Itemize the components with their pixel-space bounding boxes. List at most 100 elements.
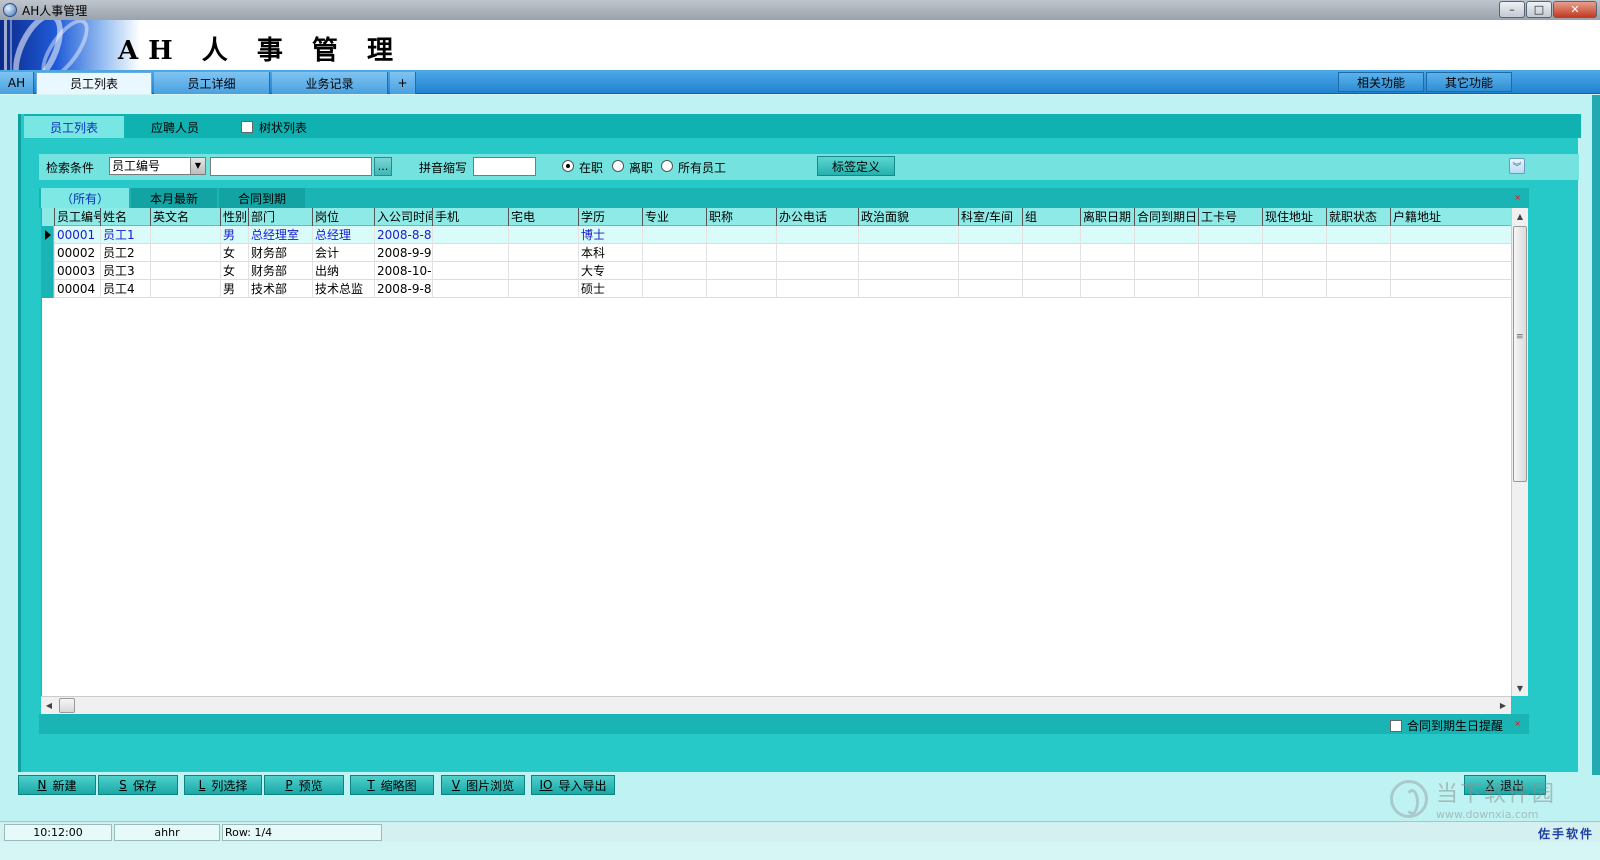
table-cell[interactable]: 财务部 (248, 262, 312, 280)
table-cell[interactable] (150, 280, 220, 298)
col-header[interactable]: 就职状态 (1326, 208, 1390, 226)
tab-add[interactable]: + (390, 72, 416, 94)
table-cell[interactable] (642, 280, 706, 298)
table-cell[interactable] (958, 262, 1022, 280)
table-cell[interactable] (1022, 226, 1080, 244)
grid-tabs-close-icon[interactable]: × (1514, 193, 1521, 202)
table-cell[interactable]: 00004 (54, 280, 100, 298)
preview-button[interactable]: P 预览 (264, 775, 344, 795)
row-indicator[interactable] (42, 226, 54, 244)
tree-list-checkbox[interactable] (240, 121, 253, 133)
scroll-up-icon[interactable]: ▲ (1512, 208, 1528, 224)
contract-birthday-reminder[interactable]: 合同到期生日提醒 (1389, 717, 1503, 734)
table-cell[interactable] (858, 262, 958, 280)
table-cell[interactable] (150, 226, 220, 244)
table-cell[interactable]: 本科 (578, 244, 642, 262)
table-cell[interactable]: 女 (220, 262, 248, 280)
table-cell[interactable]: 00003 (54, 262, 100, 280)
table-cell[interactable]: 技术部 (248, 280, 312, 298)
other-functions-button[interactable]: 其它功能 (1426, 72, 1512, 92)
table-cell[interactable] (958, 244, 1022, 262)
table-cell[interactable] (1134, 280, 1198, 298)
row-indicator[interactable] (42, 280, 54, 298)
table-cell[interactable]: 出纳 (312, 262, 374, 280)
col-header[interactable]: 员工编号 (54, 208, 100, 226)
table-cell[interactable] (1080, 280, 1134, 298)
table-row[interactable]: 00001 员工1 男总经理室 总经理 2008-8-8 博士 (42, 226, 1511, 244)
table-cell[interactable]: 00001 (54, 226, 100, 244)
table-row[interactable]: 00002 员工2 女财务部 会计 2008-9-9 本科 (42, 244, 1511, 262)
col-header[interactable]: 入公司时间 (374, 208, 432, 226)
table-cell[interactable] (1262, 226, 1326, 244)
table-cell[interactable] (1198, 226, 1262, 244)
tab-employee-detail[interactable]: 员工详细 (154, 72, 270, 94)
filter-tab-this-month[interactable]: 本月最新 (131, 188, 217, 208)
tag-define-button[interactable]: 标签定义 (817, 156, 895, 176)
col-header[interactable]: 部门 (248, 208, 312, 226)
table-cell[interactable] (958, 226, 1022, 244)
col-header[interactable]: 专业 (642, 208, 706, 226)
table-cell[interactable] (1390, 262, 1511, 280)
table-cell[interactable] (858, 280, 958, 298)
col-header[interactable]: 政治面貌 (858, 208, 958, 226)
table-cell[interactable] (858, 244, 958, 262)
table-cell[interactable] (1080, 262, 1134, 280)
column-select-button[interactable]: L 列选择 (184, 775, 262, 795)
table-cell[interactable]: 男 (220, 226, 248, 244)
table-cell[interactable] (1198, 262, 1262, 280)
table-cell[interactable] (432, 226, 508, 244)
table-cell[interactable] (1326, 280, 1390, 298)
chevron-down-icon[interactable]: ▼ (190, 158, 205, 174)
col-header[interactable]: 办公电话 (776, 208, 858, 226)
table-cell[interactable]: 财务部 (248, 244, 312, 262)
table-cell[interactable] (508, 280, 578, 298)
table-cell[interactable]: 2008-10- (374, 262, 432, 280)
table-cell[interactable] (1262, 280, 1326, 298)
col-header[interactable]: 现住地址 (1262, 208, 1326, 226)
table-cell[interactable] (1262, 262, 1326, 280)
table-cell[interactable] (706, 262, 776, 280)
scroll-right-icon[interactable]: ▶ (1495, 697, 1511, 714)
col-header[interactable]: 姓名 (100, 208, 150, 226)
related-functions-button[interactable]: 相关功能 (1338, 72, 1424, 92)
table-cell[interactable] (508, 226, 578, 244)
table-cell[interactable]: 男 (220, 280, 248, 298)
search-field-select[interactable]: 员工编号 ▼ (109, 157, 206, 175)
col-header[interactable]: 离职日期 (1080, 208, 1134, 226)
close-button[interactable]: ✕ (1553, 1, 1597, 18)
import-export-button[interactable]: IO 导入导出 (531, 775, 615, 795)
table-cell[interactable] (508, 244, 578, 262)
table-cell[interactable] (1198, 244, 1262, 262)
search-input[interactable] (210, 157, 372, 176)
table-cell[interactable] (776, 262, 858, 280)
table-cell[interactable] (1080, 244, 1134, 262)
table-cell[interactable] (1080, 226, 1134, 244)
col-header[interactable]: 职称 (706, 208, 776, 226)
table-cell[interactable]: 女 (220, 244, 248, 262)
table-row[interactable]: 00003 员工3 女财务部 出纳 2008-10- 大专 (42, 262, 1511, 280)
table-cell[interactable]: 总经理室 (248, 226, 312, 244)
col-header[interactable]: 性别 (220, 208, 248, 226)
collapse-icon[interactable]: ︾ (1509, 158, 1525, 174)
pinyin-input[interactable] (473, 157, 536, 176)
table-cell[interactable]: 大专 (578, 262, 642, 280)
col-header[interactable]: 宅电 (508, 208, 578, 226)
row-indicator[interactable] (42, 244, 54, 262)
table-cell[interactable]: 员工1 (100, 226, 150, 244)
table-cell[interactable]: 硕士 (578, 280, 642, 298)
thumbnail-button[interactable]: T 缩略图 (350, 775, 434, 795)
grid-vertical-scrollbar[interactable]: ▲ ≡ ▼ (1511, 208, 1528, 696)
table-cell[interactable] (1022, 280, 1080, 298)
table-cell[interactable]: 技术总监 (312, 280, 374, 298)
col-header[interactable]: 组 (1022, 208, 1080, 226)
table-cell[interactable]: 2008-9-8 (374, 280, 432, 298)
table-cell[interactable]: 员工3 (100, 262, 150, 280)
table-cell[interactable]: 00002 (54, 244, 100, 262)
table-cell[interactable]: 会计 (312, 244, 374, 262)
new-button[interactable]: N 新建 (18, 775, 96, 795)
table-cell[interactable] (1022, 244, 1080, 262)
col-header[interactable]: 学历 (578, 208, 642, 226)
table-cell[interactable] (776, 226, 858, 244)
table-cell[interactable] (508, 262, 578, 280)
row-indicator[interactable] (42, 262, 54, 280)
